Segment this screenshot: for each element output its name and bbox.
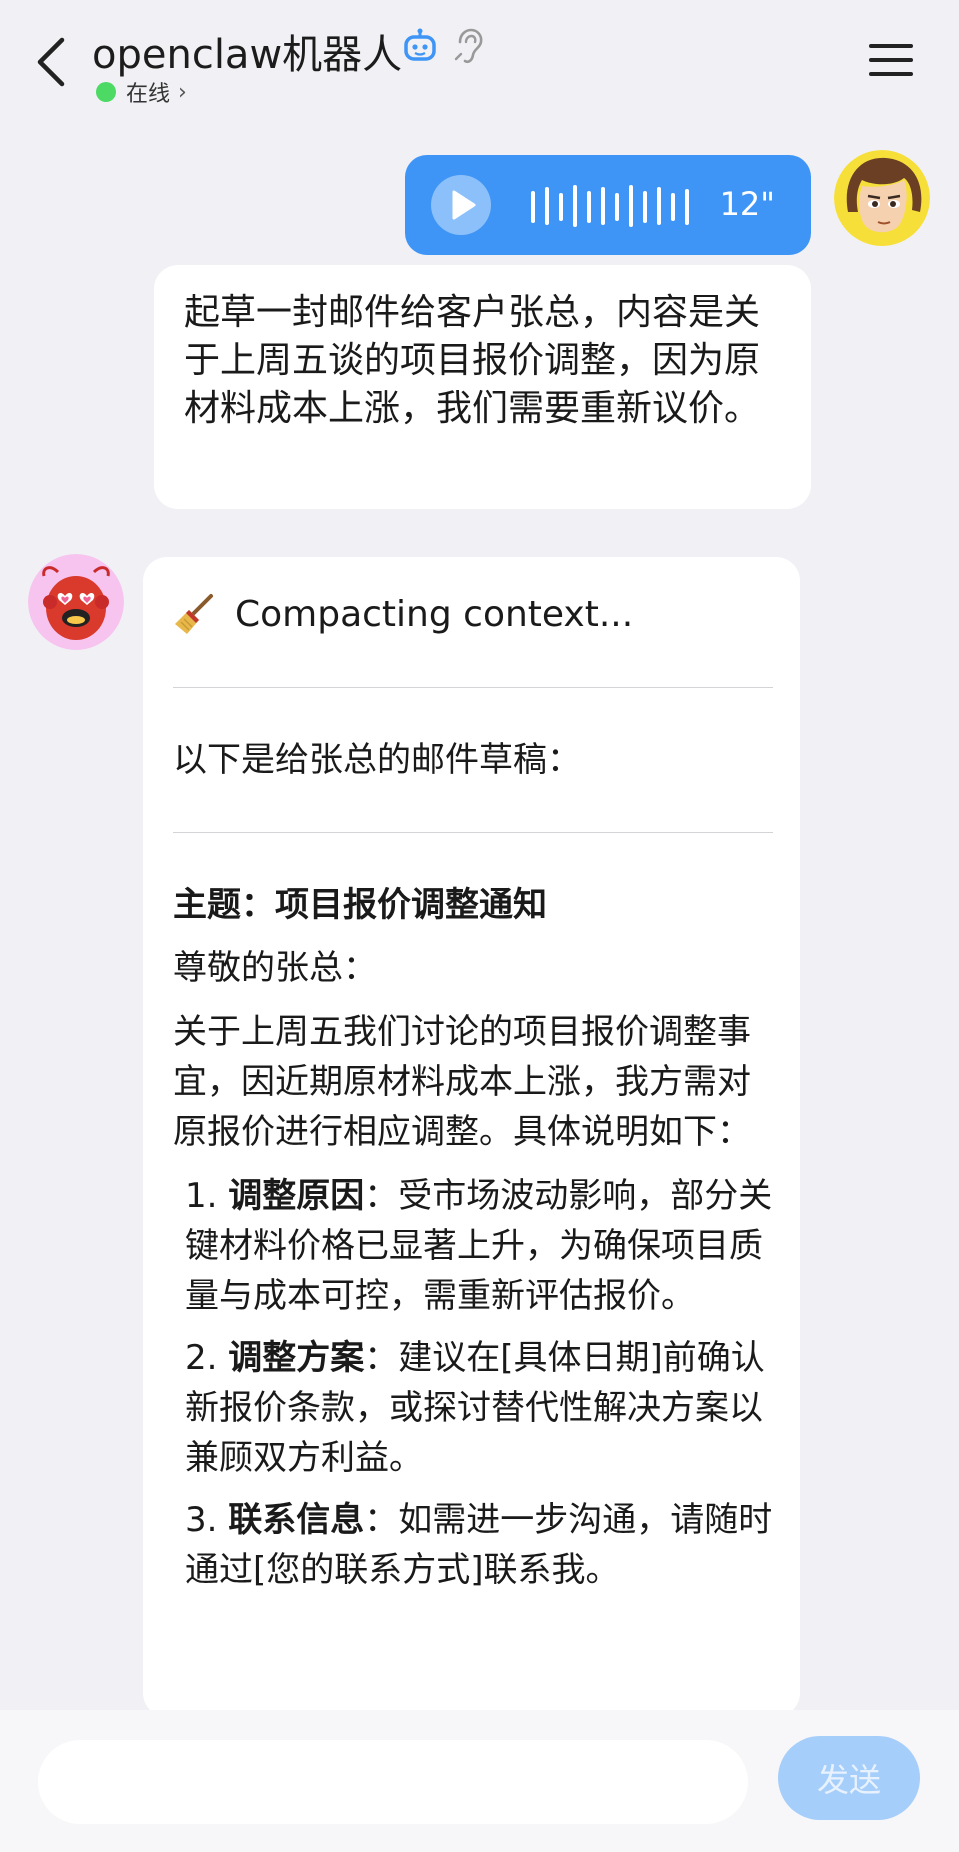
voice-transcript: 起草一封邮件给客户张总，内容是关于上周五谈的项目报价调整，因为原材料成本上涨，我… bbox=[154, 265, 811, 509]
back-arrow-icon[interactable] bbox=[30, 32, 74, 92]
user-avatar[interactable] bbox=[834, 150, 930, 246]
bot-reply: Compacting context... 以下是给张总的邮件草稿： 主题：项目… bbox=[143, 557, 800, 1717]
ear-icon bbox=[454, 28, 483, 64]
online-dot-icon bbox=[96, 82, 116, 102]
menu-icon[interactable] bbox=[868, 40, 914, 80]
compacting-status: Compacting context... bbox=[173, 589, 773, 639]
play-icon bbox=[452, 190, 476, 220]
chevron-right-icon: › bbox=[178, 79, 187, 105]
email-points-list: 1. 调整原因：受市场波动影响，部分关键材料价格已显著上升，为确保项目质量与成本… bbox=[173, 1171, 773, 1595]
chat-title: openclaw机器人 bbox=[92, 32, 403, 78]
compacting-text: Compacting context... bbox=[235, 593, 634, 635]
voice-duration: 12" bbox=[719, 185, 775, 223]
message-input[interactable] bbox=[38, 1740, 748, 1824]
play-button[interactable] bbox=[431, 175, 491, 235]
list-item: 2. 调整方案：建议在[具体日期]前确认新报价条款，或探讨替代性解决方案以兼顾双… bbox=[173, 1333, 773, 1483]
list-item: 1. 调整原因：受市场波动影响，部分关键材料价格已显著上升，为确保项目质量与成本… bbox=[173, 1171, 773, 1321]
email-subject: 主题：项目报价调整通知 bbox=[173, 885, 547, 925]
divider bbox=[173, 832, 773, 833]
voice-message[interactable]: 12" bbox=[405, 155, 811, 255]
list-label: 调整方案 bbox=[228, 1338, 365, 1378]
status-label: 在线 bbox=[126, 82, 171, 107]
composer-bar: 发送 bbox=[0, 1710, 959, 1852]
list-item: 3. 联系信息：如需进一步沟通，请随时通过[您的联系方式]联系我。 bbox=[173, 1495, 773, 1595]
list-number: 1. bbox=[185, 1176, 218, 1216]
list-number: 2. bbox=[185, 1338, 218, 1378]
reply-content: Compacting context... 以下是给张总的邮件草稿： 主题：项目… bbox=[173, 589, 773, 1595]
chat-header: openclaw机器人 在线 › bbox=[0, 0, 959, 130]
divider bbox=[173, 687, 773, 688]
lobster-avatar-image bbox=[28, 554, 124, 650]
email-body: 关于上周五我们讨论的项目报价调整事宜，因近期原材料成本上涨，我方需对原报价进行相… bbox=[173, 1012, 751, 1152]
list-label: 调整原因 bbox=[228, 1176, 365, 1216]
online-status[interactable]: 在线 › bbox=[96, 76, 187, 108]
robot-badge-icon bbox=[404, 28, 436, 61]
reply-intro: 以下是给张总的邮件草稿： bbox=[173, 740, 581, 780]
user-avatar-image bbox=[834, 150, 930, 246]
email-greeting: 尊敬的张总： bbox=[173, 948, 377, 988]
bot-avatar[interactable] bbox=[28, 554, 124, 650]
waveform-icon bbox=[531, 185, 689, 227]
list-label: 联系信息 bbox=[228, 1500, 365, 1540]
send-button[interactable]: 发送 bbox=[778, 1736, 920, 1820]
list-number: 3. bbox=[185, 1500, 218, 1540]
broom-icon bbox=[175, 594, 213, 634]
